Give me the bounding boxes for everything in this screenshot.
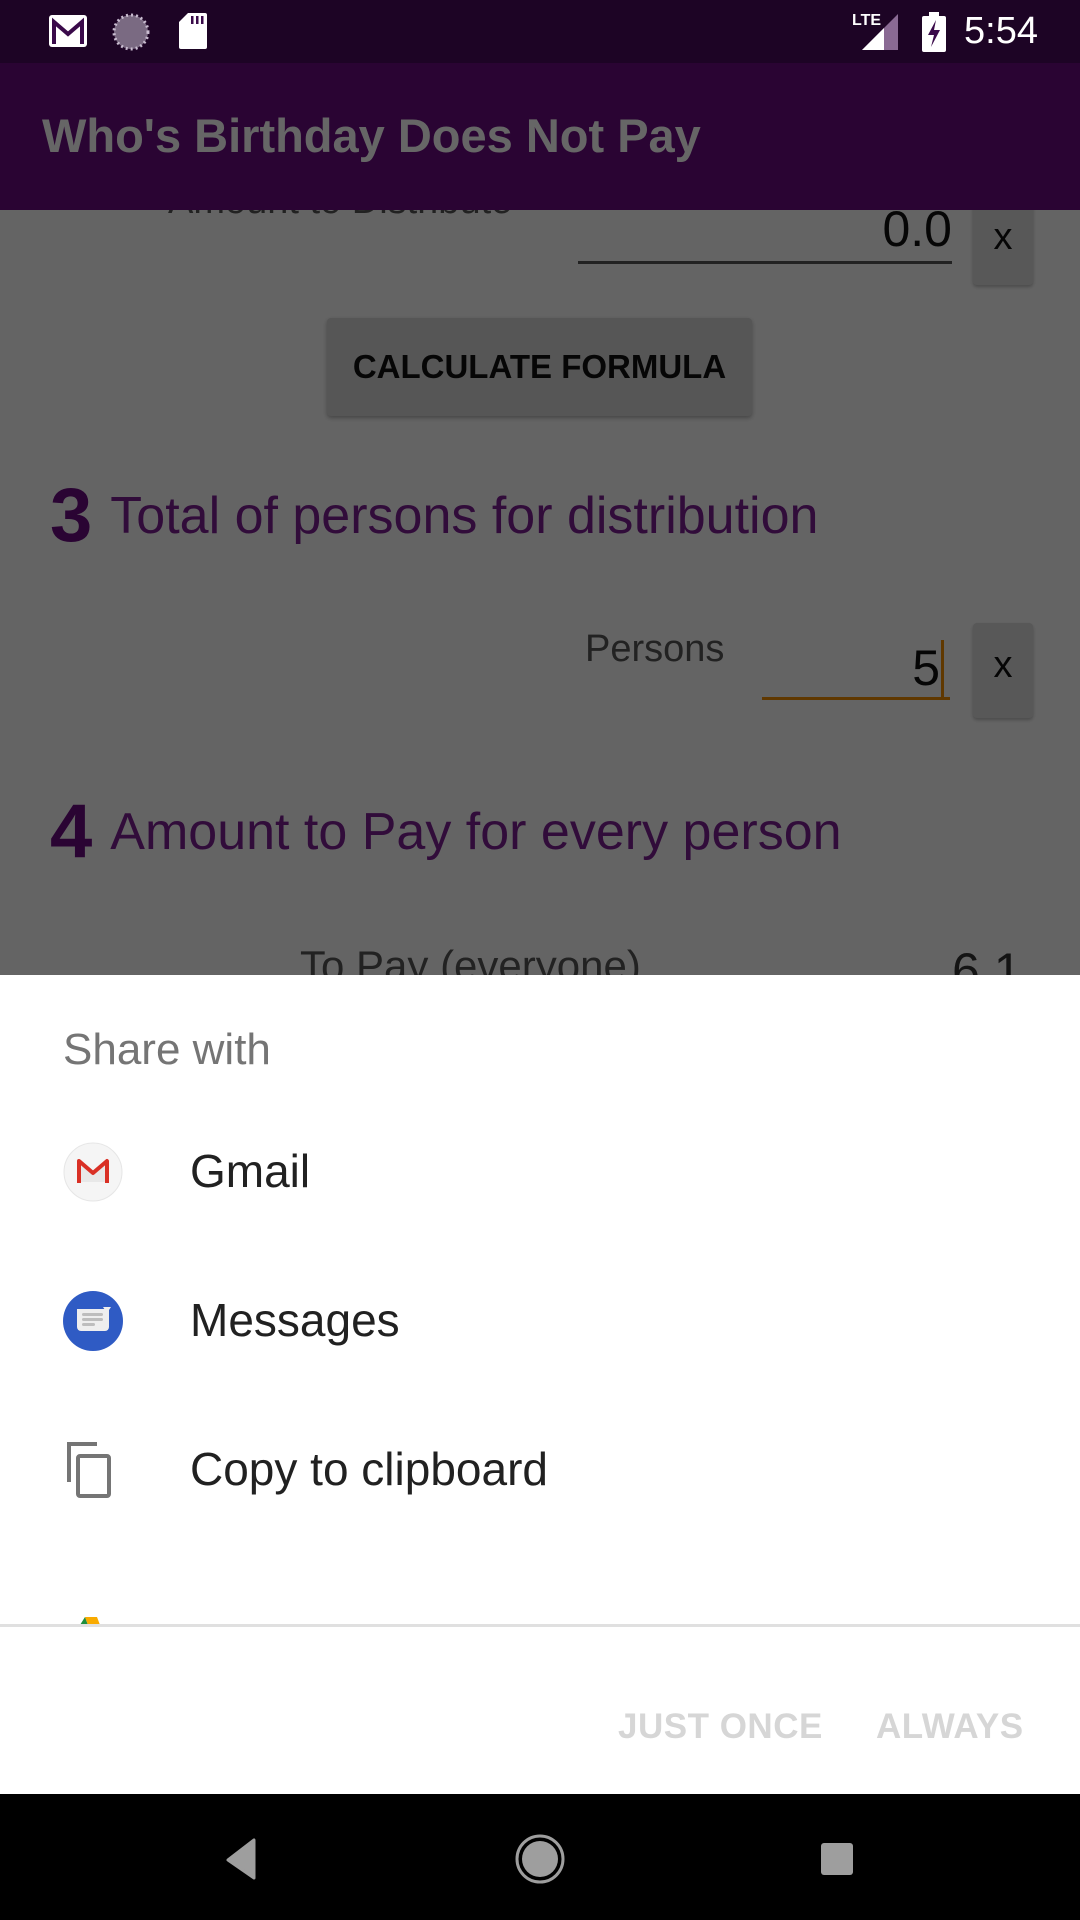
lte-signal-icon [862,14,898,50]
back-icon[interactable] [208,1824,278,1894]
share-item-label: Copy to clipboard [190,1443,548,1495]
share-item-copy-to-clipboard[interactable]: Copy to clipboard [0,1396,1080,1544]
share-sheet-title: Share with [63,1025,271,1074]
sheet-divider [0,1624,1080,1627]
share-sheet: Share with Gmail Messages Copy to clipbo… [0,975,1080,1794]
gmail-icon [63,1142,123,1202]
sync-icon [112,13,150,51]
status-bar: LTE 5:54 [0,0,1080,63]
battery-charging-icon [922,12,946,52]
home-icon[interactable] [505,1824,575,1894]
share-item-label: Messages [190,1294,400,1346]
messages-icon [63,1291,123,1351]
status-time: 5:54 [964,10,1038,52]
recents-icon[interactable] [802,1824,872,1894]
just-once-button[interactable]: JUST ONCE [618,1707,823,1747]
share-item-label: Gmail [190,1145,311,1197]
gmail-notification-icon [49,15,87,47]
share-item-gmail[interactable]: Gmail [0,1098,1080,1246]
copy-icon [67,1442,111,1498]
always-button[interactable]: ALWAYS [876,1707,1024,1747]
sd-card-icon [179,13,207,49]
navigation-bar [0,1794,1080,1920]
share-item-messages[interactable]: Messages [0,1247,1080,1395]
